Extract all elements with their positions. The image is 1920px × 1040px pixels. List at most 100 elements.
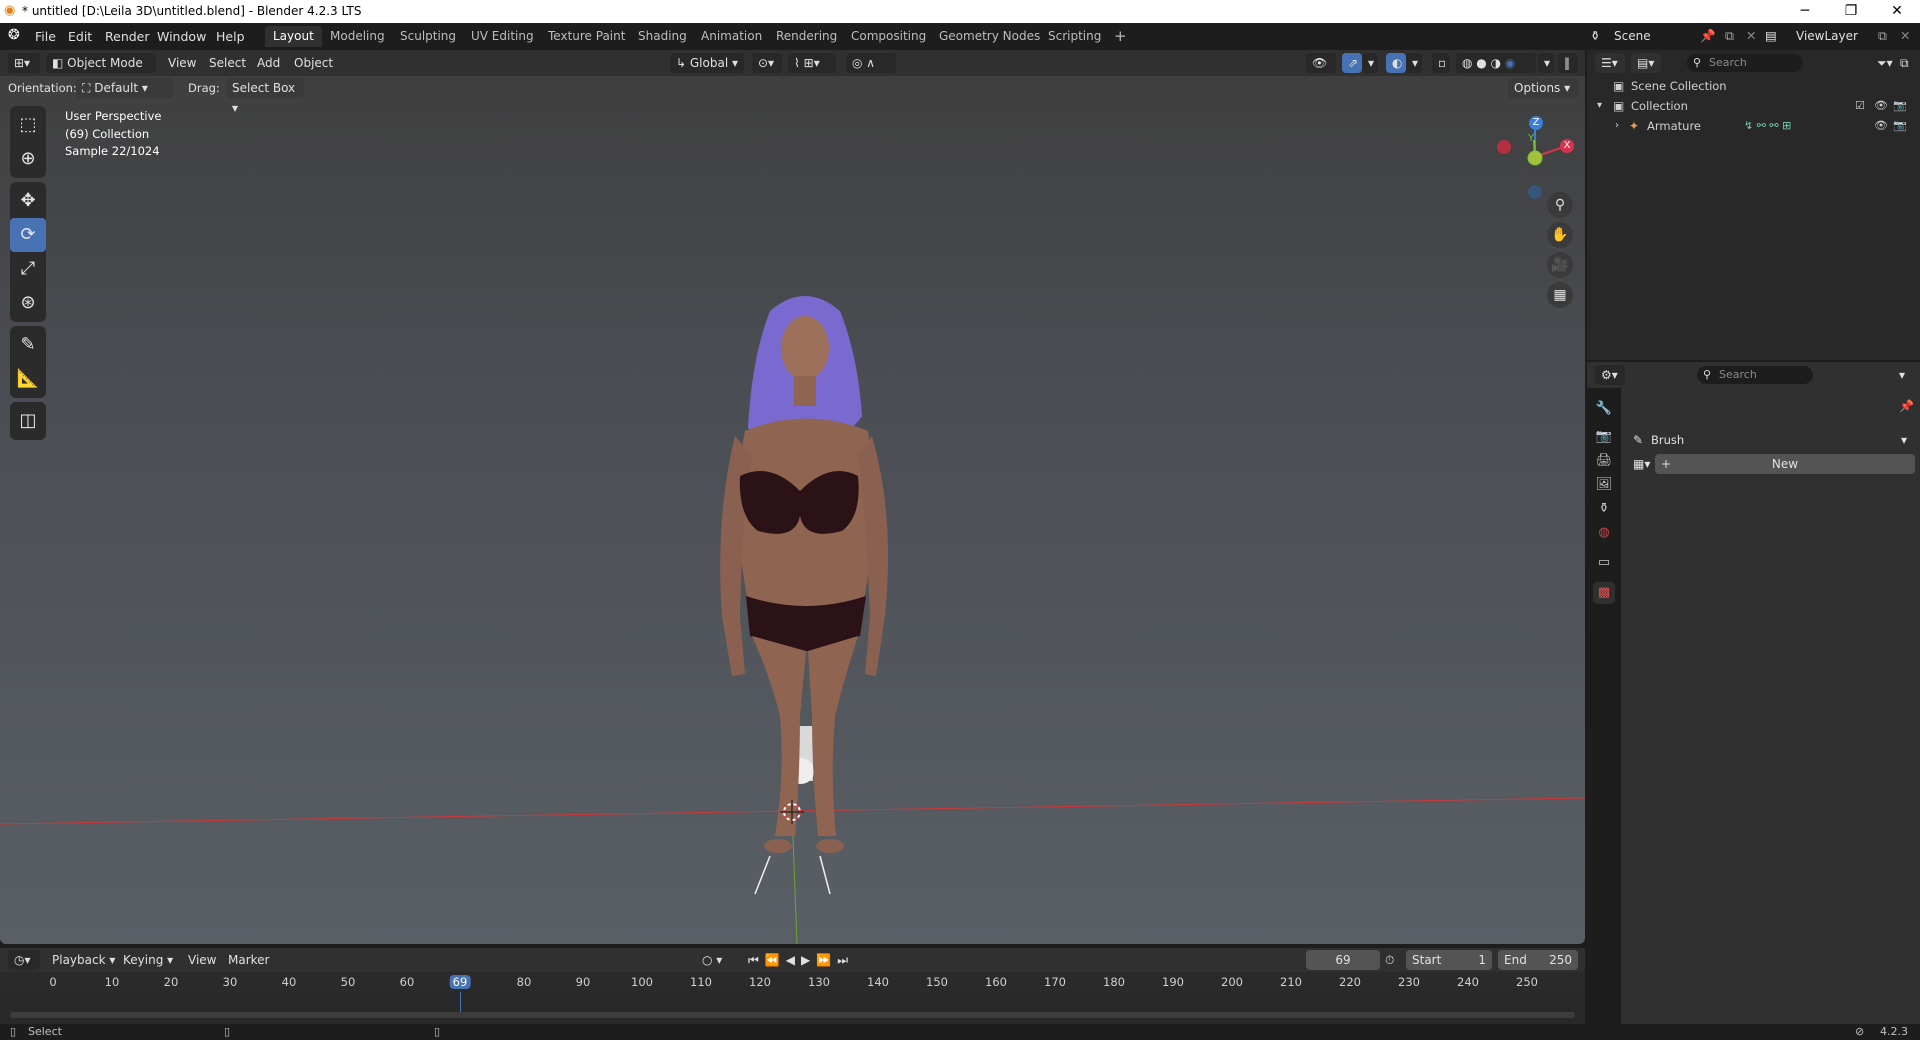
tab-sculpting[interactable]: Sculpting (392, 26, 464, 47)
tab-modeling[interactable]: Modeling (322, 26, 393, 47)
properties-editor-type-icon[interactable]: ⚙▾ (1595, 365, 1625, 385)
world-tab-icon[interactable]: ◍ (1593, 522, 1615, 544)
collection-tab-icon[interactable]: ▭ (1593, 552, 1615, 574)
timeline-menu-keying[interactable]: Keying ▾ (123, 950, 173, 970)
pin-icon[interactable]: 📌 (1700, 28, 1716, 44)
auto-keying-icon[interactable]: ○ ▾ (702, 950, 722, 970)
jump-keyframe-forward-icon[interactable]: ⏩ (816, 953, 837, 967)
armature-render-camera-icon[interactable]: 📷 (1893, 116, 1907, 136)
proportional-edit-icon[interactable]: ◎ ∧ (846, 53, 896, 73)
timeline-track-area[interactable] (0, 992, 1585, 1024)
render-tab-icon[interactable]: 📷 (1593, 426, 1615, 448)
view-layer-selector[interactable]: ViewLayer (1790, 26, 1888, 46)
gizmo-x-axis[interactable]: X (1560, 139, 1574, 153)
outliner-row-collection[interactable]: ▾ ▣ Collection ☑ 👁 📷 (1587, 96, 1920, 116)
display-mode-icon[interactable]: ▤▾ (1631, 53, 1661, 73)
camera-view-icon[interactable]: 🎥 (1547, 252, 1573, 278)
delete-scene-icon[interactable]: ✕ (1746, 28, 1756, 43)
new-collection-icon[interactable]: ⧉ (1900, 53, 1909, 73)
texture-browse-icon[interactable]: ▦▾ (1627, 454, 1653, 474)
tab-layout[interactable]: Layout (265, 26, 322, 47)
pivot-point-icon[interactable]: ⊙▾ (752, 53, 782, 73)
viewport-menu-object[interactable]: Object (294, 53, 333, 73)
timeline-menu-view[interactable]: View (188, 950, 216, 970)
new-texture-button[interactable]: + New (1655, 454, 1915, 474)
tab-compositing[interactable]: Compositing (843, 26, 934, 47)
gizmo-dropdown-icon[interactable]: ▾ (1362, 53, 1378, 73)
menu-render[interactable]: Render (105, 29, 150, 44)
armature-visibility-eye-icon[interactable]: 👁 (1874, 116, 1888, 136)
snap-icon[interactable]: ⌇ ⊞▾ (788, 53, 836, 73)
new-scene-icon[interactable]: ⧉ (1725, 28, 1734, 44)
outliner-row-armature[interactable]: › ✦ Armature ↯ ⚯ ⚯ ⊞ 👁 📷 (1587, 116, 1920, 136)
editor-type-icon[interactable]: ⊞▾ (8, 53, 40, 73)
timeline-menu-playback[interactable]: Playback ▾ (52, 950, 115, 970)
tab-geometry-nodes[interactable]: Geometry Nodes (931, 26, 1048, 47)
overlay-dropdown-icon[interactable]: ▾ (1406, 53, 1422, 73)
zoom-icon[interactable]: ⚲ (1547, 192, 1573, 218)
tab-uv-editing[interactable]: UV Editing (463, 26, 542, 47)
jump-start-icon[interactable]: ⏮ (748, 953, 765, 967)
exclude-checkbox[interactable]: ☑ (1855, 96, 1865, 116)
mode-selector[interactable]: ◧ Object Mode ▾ (46, 53, 156, 90)
perspective-toggle-icon[interactable]: ▦ (1547, 282, 1573, 308)
start-frame-field[interactable]: Start 1 (1406, 950, 1492, 970)
visibility-icon[interactable]: 👁▾ (1306, 53, 1336, 90)
gizmo-toggle-icon[interactable]: ⇗ (1342, 53, 1362, 73)
current-frame-indicator[interactable]: 69 (449, 975, 471, 989)
overlay-toggle-icon[interactable]: ◐ (1386, 53, 1406, 73)
tab-rendering[interactable]: Rendering (768, 26, 845, 47)
view-layer-tab-icon[interactable]: 🖼 (1593, 474, 1615, 496)
jump-end-icon[interactable]: ⏭ (837, 953, 854, 967)
play-reverse-icon[interactable]: ◀ (786, 953, 801, 967)
jump-keyframe-back-icon[interactable]: ⏪ (765, 953, 786, 967)
shading-dropdown-icon[interactable]: ▾ (1538, 53, 1554, 73)
gizmo-z-axis[interactable]: Z (1529, 116, 1543, 130)
brush-selector[interactable]: ✎ Brush ▾ (1627, 430, 1915, 450)
pause-render-icon[interactable]: ‖ (1558, 53, 1578, 73)
properties-search-input[interactable]: Search (1697, 366, 1813, 384)
timeline-editor-type-icon[interactable]: ◷▾ (8, 950, 40, 970)
rendered-shading-icon[interactable]: ◉ (1505, 56, 1515, 70)
expand-collection-icon[interactable]: ▾ (1597, 96, 1602, 116)
delete-view-layer-icon[interactable]: ✕ (1900, 28, 1910, 43)
play-icon[interactable]: ▶ (801, 953, 816, 967)
tab-texture-paint[interactable]: Texture Paint (540, 26, 633, 47)
menu-file[interactable]: File (35, 29, 56, 44)
navigation-gizmo[interactable]: Z Y X (1490, 112, 1580, 202)
current-frame-field[interactable]: 69 (1306, 950, 1380, 970)
menu-help[interactable]: Help (216, 29, 245, 44)
properties-pin-icon[interactable]: 📌 (1899, 396, 1914, 416)
tool-tab-icon[interactable]: 🔧 (1593, 398, 1615, 420)
filter-icon[interactable]: ⏷▾ (1877, 53, 1893, 73)
new-view-layer-icon[interactable]: ⧉ (1878, 28, 1887, 44)
properties-options-icon[interactable]: ▾ (1899, 365, 1905, 385)
collection-visibility-eye-icon[interactable]: 👁 (1874, 96, 1888, 116)
tab-animation[interactable]: Animation (693, 26, 770, 47)
transform-orientation-dropdown[interactable]: ↳ Global ▾ (670, 53, 744, 73)
shading-modes[interactable]: ◍ ● ◑ ◉ (1456, 53, 1536, 73)
minimize-button[interactable]: ─ (1782, 0, 1828, 23)
timeline-menu-marker[interactable]: Marker (228, 950, 269, 970)
viewport-menu-view[interactable]: View (168, 53, 196, 73)
add-workspace-button[interactable]: + (1106, 26, 1135, 47)
outliner-search-input[interactable]: Search (1687, 54, 1803, 72)
tab-shading[interactable]: Shading (630, 26, 695, 47)
scene-tab-icon[interactable]: ⚱ (1593, 498, 1615, 520)
tab-scripting[interactable]: Scripting (1040, 26, 1109, 47)
output-tab-icon[interactable]: 🖨 (1593, 450, 1615, 472)
collection-render-camera-icon[interactable]: 📷 (1893, 96, 1907, 116)
close-button[interactable]: ✕ (1874, 0, 1920, 23)
outliner-row-scene-collection[interactable]: ▣ Scene Collection (1587, 76, 1920, 96)
3d-viewport[interactable]: Orientation: ⛶ Default ▾ Drag: Select Bo… (0, 76, 1585, 944)
menu-window[interactable]: Window (157, 29, 206, 44)
blender-menu-icon[interactable]: ❂ (8, 27, 20, 43)
preview-range-icon[interactable]: ⏱ (1385, 950, 1394, 970)
viewport-menu-add[interactable]: Add (257, 53, 280, 73)
texture-tab-icon[interactable]: ▩ (1593, 582, 1615, 604)
outliner-editor-type-icon[interactable]: ☰▾ (1595, 53, 1625, 73)
end-frame-field[interactable]: End 250 (1498, 950, 1578, 970)
menu-edit[interactable]: Edit (68, 29, 92, 44)
viewport-menu-select[interactable]: Select (209, 53, 246, 73)
maximize-button[interactable]: ❐ (1828, 0, 1874, 23)
